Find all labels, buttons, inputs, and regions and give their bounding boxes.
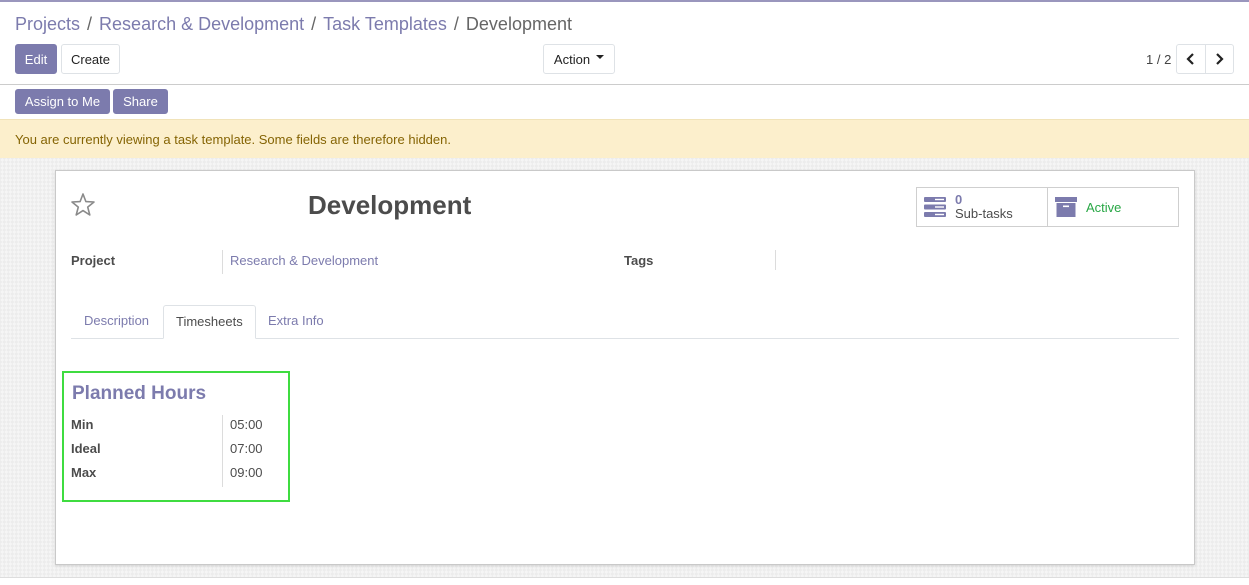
archive-icon xyxy=(1055,197,1077,217)
pager-previous-button[interactable] xyxy=(1177,45,1205,73)
min-label: Min xyxy=(71,417,94,432)
action-dropdown-button[interactable]: Action xyxy=(543,44,615,74)
subtasks-count: 0 xyxy=(955,192,963,207)
pager-next-button[interactable] xyxy=(1204,45,1234,73)
smart-buttons: 0 Sub-tasks Active xyxy=(916,187,1179,227)
star-outline-icon[interactable] xyxy=(70,192,96,218)
notebook-tabs: Description Timesheets Extra Info xyxy=(71,305,1179,339)
tags-field-separator xyxy=(775,250,776,270)
project-value-link[interactable]: Research & Development xyxy=(230,253,378,268)
breadcrumb-separator: / xyxy=(453,14,459,34)
caret-down-icon xyxy=(596,55,605,59)
form-sheet xyxy=(55,170,1195,565)
breadcrumb: Projects / Research & Development / Task Tem… xyxy=(15,14,572,35)
top-accent-line xyxy=(0,0,1249,2)
planned-hours-separator xyxy=(222,415,223,487)
breadcrumb-research-development[interactable]: Research & Development xyxy=(99,14,304,34)
active-label: Active xyxy=(1086,199,1122,215)
chevron-left-icon xyxy=(1186,53,1194,65)
tags-label: Tags xyxy=(624,253,654,268)
chevron-right-icon xyxy=(1216,53,1224,65)
breadcrumb-task-templates[interactable]: Task Templates xyxy=(323,14,447,34)
assign-to-me-button[interactable]: Assign to Me xyxy=(15,89,110,114)
ideal-label: Ideal xyxy=(71,441,101,456)
project-label: Project xyxy=(71,253,116,268)
control-panel-divider xyxy=(0,84,1249,85)
subtasks-label: Sub-tasks xyxy=(955,206,1013,221)
breadcrumb-current: Development xyxy=(465,14,572,34)
tab-extra-info[interactable]: Extra Info xyxy=(256,305,336,338)
tab-timesheets[interactable]: Timesheets xyxy=(163,305,256,339)
pager-buttons xyxy=(1176,44,1234,74)
subtasks-smart-button[interactable]: 0 Sub-tasks xyxy=(917,188,1047,226)
min-value[interactable]: 05:00 xyxy=(230,417,263,432)
max-label: Max xyxy=(71,465,97,480)
breadcrumb-separator: / xyxy=(87,14,93,34)
template-alert: You are currently viewing a task templat… xyxy=(0,119,1249,158)
breadcrumb-projects[interactable]: Projects xyxy=(15,14,80,34)
active-toggle-button[interactable]: Active xyxy=(1047,188,1178,226)
share-button[interactable]: Share xyxy=(113,89,168,114)
tab-description[interactable]: Description xyxy=(72,305,161,338)
edit-button[interactable]: Edit xyxy=(15,44,57,74)
project-field-separator xyxy=(222,250,223,274)
ideal-value[interactable]: 07:00 xyxy=(230,441,263,456)
server-icon xyxy=(924,197,946,217)
record-title: Development xyxy=(308,190,472,220)
create-button[interactable]: Create xyxy=(61,44,120,74)
planned-hours-title: Planned Hours xyxy=(72,383,207,404)
action-label: Action xyxy=(553,51,591,67)
max-value[interactable]: 09:00 xyxy=(230,465,263,480)
breadcrumb-separator: / xyxy=(311,14,317,34)
pager-value[interactable]: 1 / 2 xyxy=(1146,52,1171,67)
